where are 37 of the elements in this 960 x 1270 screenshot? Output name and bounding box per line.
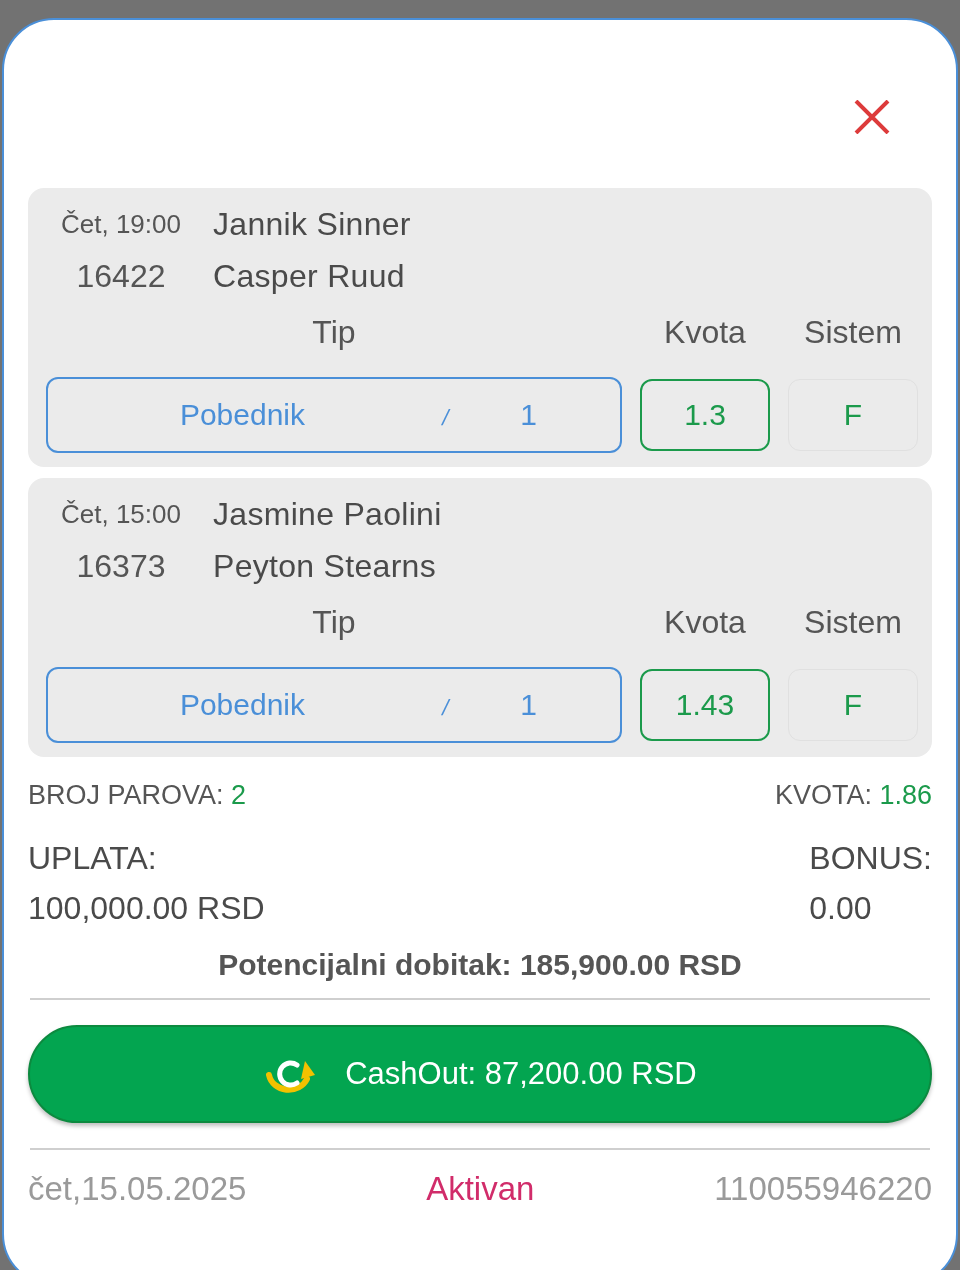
pair-count: BROJ PAROVA: 2 bbox=[28, 779, 247, 811]
total-odds: KVOTA: 1.86 bbox=[774, 779, 932, 811]
system-value: F bbox=[788, 669, 918, 741]
system-value: F bbox=[788, 379, 918, 451]
player-name: Casper Ruud bbox=[213, 257, 405, 295]
match-code: 16422 bbox=[75, 257, 167, 295]
separator-text: / bbox=[438, 695, 453, 721]
ticket-status: Aktivan bbox=[426, 1170, 535, 1208]
column-header: Sistem bbox=[804, 313, 902, 351]
outcome-label: 1 bbox=[519, 688, 538, 722]
outcome-label: 1 bbox=[519, 398, 538, 432]
cashout-button[interactable]: CashOut: 87,200.00 RSD bbox=[28, 1025, 932, 1123]
odds-value: 1.3 bbox=[640, 379, 770, 451]
column-header: Kvota bbox=[664, 603, 746, 641]
column-header: Tip bbox=[312, 313, 356, 351]
column-header: Kvota bbox=[664, 313, 746, 351]
ticket-id: 110055946220 bbox=[714, 1170, 932, 1208]
player-name: Jasmine Paolini bbox=[213, 495, 442, 533]
odds-value: 1.43 bbox=[640, 669, 770, 741]
separator-text: / bbox=[438, 405, 453, 431]
bonus-amount: 0.00 bbox=[809, 889, 873, 928]
close-button[interactable] bbox=[854, 100, 890, 134]
match-time: Čet, 15:00 bbox=[60, 498, 182, 530]
column-header: Sistem bbox=[804, 603, 902, 641]
market-label: Pobednik bbox=[178, 688, 307, 722]
match-time: Čet, 19:00 bbox=[60, 208, 182, 240]
bonus-label: BONUS: bbox=[809, 839, 932, 878]
close-icon bbox=[854, 100, 890, 134]
stake-amount: 100,000.00 RSD bbox=[28, 889, 265, 928]
market-label: Pobednik bbox=[178, 398, 307, 432]
ticket-date: čet,15.05.2025 bbox=[28, 1170, 247, 1208]
potential-win: Potencijalni dobitak: 185,900.00 RSD bbox=[217, 947, 743, 983]
player-name: Jannik Sinner bbox=[213, 205, 411, 243]
match-code: 16373 bbox=[75, 547, 167, 585]
stake-label: UPLATA: bbox=[28, 839, 158, 878]
player-name: Peyton Stearns bbox=[213, 547, 436, 585]
column-header: Tip bbox=[312, 603, 356, 641]
